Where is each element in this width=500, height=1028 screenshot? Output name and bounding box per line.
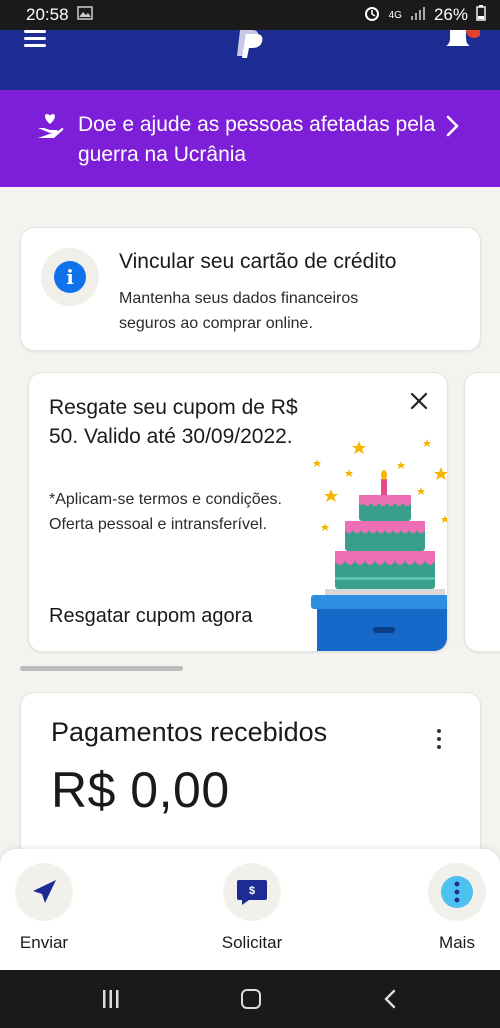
donate-hand-icon — [36, 112, 64, 140]
paypal-logo — [234, 30, 268, 58]
more-icon — [428, 863, 486, 921]
more-vertical-icon[interactable] — [437, 729, 443, 749]
quick-actions-bar: Enviar $ Solicitar Mais — [0, 849, 500, 970]
coupon-title: Resgate seu cupom de R$ 50. Valido até 3… — [49, 396, 298, 448]
redeem-coupon-link[interactable]: Resgatar cupom agora — [49, 605, 252, 628]
battery-percent: 26% — [433, 5, 468, 24]
donate-banner-text: Doe e ajude as pessoas afetadas pela gue… — [78, 113, 436, 166]
link-card-subtitle: Mantenha seus dados financeiros seguros … — [119, 290, 359, 332]
coupon-card[interactable]: Resgate seu cupom de R$ 50. Valido até 3… — [28, 372, 448, 652]
donate-banner[interactable]: Doe e ajude as pessoas afetadas pela gue… — [0, 90, 500, 187]
svg-text:$: $ — [249, 885, 255, 897]
link-card-title: Vincular seu cartão de crédito — [119, 250, 397, 273]
next-card-peek[interactable] — [464, 372, 500, 652]
alarm-icon — [363, 4, 381, 27]
home-icon[interactable] — [241, 989, 261, 1009]
coupon-terms: *Aplicam-se termos e condições. Oferta p… — [49, 491, 282, 533]
send-icon — [15, 863, 73, 921]
recent-apps-icon[interactable] — [101, 990, 121, 1008]
gallery-notification-icon — [76, 5, 93, 25]
signal-icon — [410, 5, 426, 25]
chevron-right-icon — [442, 114, 462, 138]
app-header — [0, 22, 500, 90]
bell-icon[interactable] — [446, 22, 482, 52]
back-icon[interactable] — [383, 989, 397, 1009]
payments-title: Pagamentos recebidos — [51, 717, 328, 747]
more-button[interactable]: Mais — [417, 863, 497, 953]
birthday-cake-illustration — [309, 431, 447, 651]
carousel-scroll-indicator — [20, 666, 183, 671]
status-bar: 20:58 4G 26% — [0, 0, 500, 30]
info-icon: i — [54, 261, 86, 293]
request-button[interactable]: $ Solicitar — [212, 863, 292, 953]
request-label: Solicitar — [221, 933, 283, 952]
status-time: 20:58 — [26, 5, 69, 24]
payments-amount: R$ 0,00 — [51, 762, 230, 818]
send-button[interactable]: Enviar — [4, 863, 84, 953]
system-nav-bar — [0, 970, 500, 1028]
send-label: Enviar — [19, 933, 69, 952]
network-type: 4G — [388, 9, 402, 21]
info-icon-container: i — [41, 248, 99, 306]
close-icon[interactable] — [409, 391, 429, 411]
hamburger-icon[interactable] — [24, 30, 46, 48]
more-label: Mais — [439, 933, 475, 952]
link-card-prompt[interactable]: i Vincular seu cartão de crédito Mantenh… — [20, 227, 481, 351]
battery-icon — [476, 4, 486, 26]
request-icon: $ — [223, 863, 281, 921]
